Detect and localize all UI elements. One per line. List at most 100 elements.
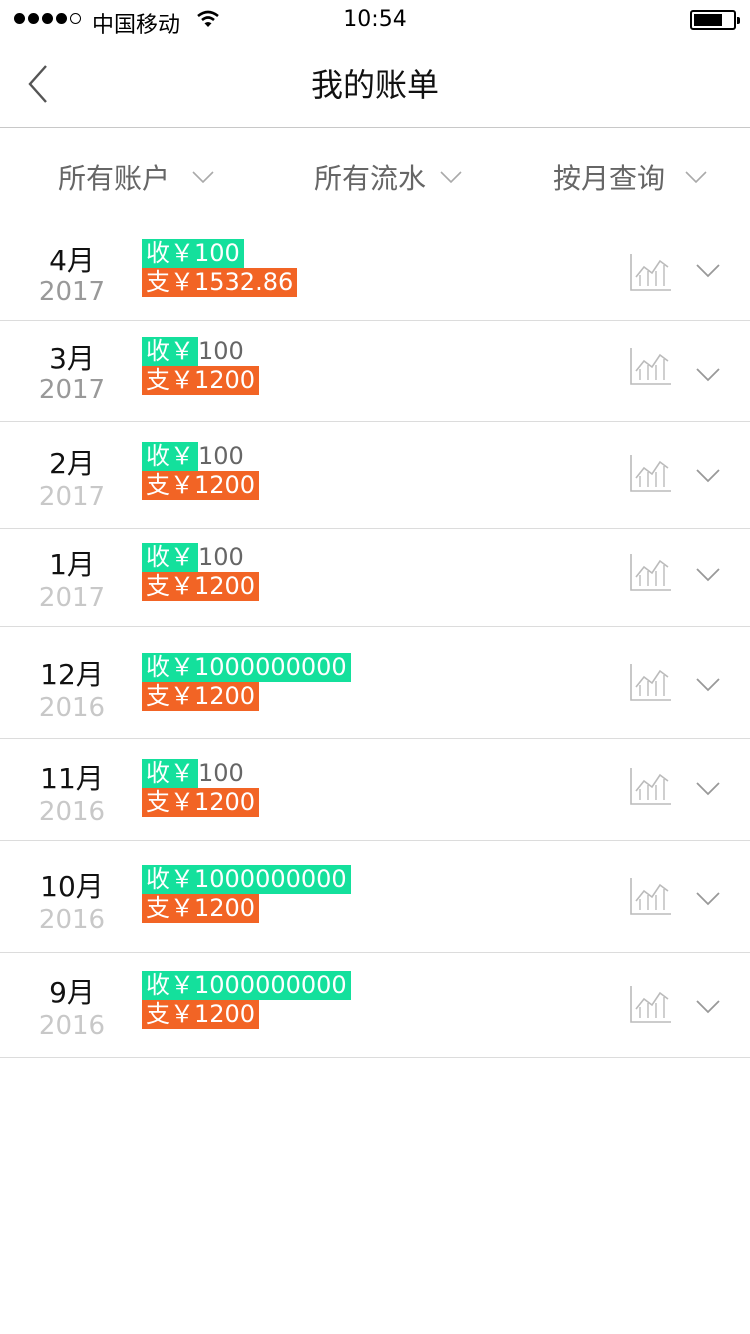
expense-tag: 支￥1200 <box>142 788 260 817</box>
expense-amount: 支￥1532.86 <box>142 268 298 297</box>
line-chart-icon[interactable] <box>630 663 672 701</box>
bill-amounts: 收￥1000000000 支￥1200 <box>142 865 351 923</box>
battery-icon <box>690 10 740 30</box>
bill-month: 4月 <box>49 244 95 277</box>
expense-tag: 支￥1200 <box>142 894 260 923</box>
bill-month: 10月 <box>40 870 104 903</box>
income-tag: 收￥ <box>142 543 198 572</box>
bill-month: 3月 <box>49 342 95 375</box>
status-bar: 中国移动 10:54 <box>0 0 750 40</box>
income-tag: 收￥ <box>142 337 198 366</box>
income-value: 100 <box>198 337 244 365</box>
income-amount: 收￥100 <box>142 442 259 471</box>
bill-row[interactable]: 12月 2016 收￥1000000000 支￥1200 <box>0 627 750 739</box>
income-tag: 收￥1000000000 <box>142 971 351 1000</box>
bill-year: 2017 <box>38 583 106 613</box>
bill-amounts: 收￥100 支￥1532.86 <box>142 239 298 297</box>
filter-flow[interactable]: 所有流水 <box>314 157 462 197</box>
line-chart-icon[interactable] <box>630 347 672 385</box>
income-tag: 收￥ <box>142 759 198 788</box>
filter-bar: 所有账户 所有流水 按月查询 <box>0 129 750 221</box>
income-amount: 收￥1000000000 <box>142 653 351 682</box>
bill-year: 2017 <box>38 375 106 405</box>
bill-amounts: 收￥1000000000 支￥1200 <box>142 971 351 1029</box>
bill-year: 2016 <box>38 905 106 935</box>
expand-chevron-icon[interactable] <box>696 468 720 483</box>
expense-tag: 支￥1200 <box>142 572 260 601</box>
income-amount: 收￥100 <box>142 337 259 366</box>
line-chart-icon[interactable] <box>630 877 672 915</box>
bill-year: 2016 <box>38 1011 106 1041</box>
filter-month-query[interactable]: 按月查询 <box>553 157 707 197</box>
filter-account[interactable]: 所有账户 <box>58 157 214 197</box>
expand-chevron-icon[interactable] <box>696 367 720 382</box>
income-tag: 收￥1000000000 <box>142 653 351 682</box>
filter-flow-label: 所有流水 <box>314 162 427 195</box>
page-title: 我的账单 <box>310 66 439 104</box>
bill-row[interactable]: 9月 2016 收￥1000000000 支￥1200 <box>0 953 750 1058</box>
expense-amount: 支￥1200 <box>142 471 260 500</box>
income-value: 100 <box>198 543 244 571</box>
filter-account-label: 所有账户 <box>58 162 171 195</box>
income-tag: 收￥ <box>142 442 198 471</box>
income-value: 100 <box>198 759 244 787</box>
expense-amount: 支￥1200 <box>142 1000 351 1029</box>
line-chart-icon[interactable] <box>630 454 672 492</box>
income-amount: 收￥100 <box>142 759 259 788</box>
expand-chevron-icon[interactable] <box>696 781 720 796</box>
bill-amounts: 收￥ 100 支￥1200 <box>142 543 260 601</box>
expense-tag: 支￥1200 <box>142 366 260 395</box>
bill-row[interactable]: 1月 2017 收￥ 100 支￥1200 <box>0 529 750 627</box>
bill-amounts: 收￥1000000000 支￥1200 <box>142 653 351 711</box>
bill-row[interactable]: 3月 2017 收￥ 100 支￥1200 <box>0 321 750 422</box>
income-tag: 收￥100 <box>142 239 244 268</box>
expand-chevron-icon[interactable] <box>696 263 720 278</box>
bill-month: 1月 <box>49 548 95 581</box>
line-chart-icon[interactable] <box>630 553 672 591</box>
bill-row[interactable]: 11月 2016 收￥ 100 支￥1200 <box>0 739 750 841</box>
bill-row[interactable]: 2月 2017 收￥ 100 支￥1200 <box>0 422 750 529</box>
bill-amounts: 收￥ 100 支￥1200 <box>142 759 260 817</box>
income-amount: 收￥1000000000 <box>142 971 351 1000</box>
expand-chevron-icon[interactable] <box>696 567 720 582</box>
expand-chevron-icon[interactable] <box>696 677 720 692</box>
expense-amount: 支￥1200 <box>142 572 260 601</box>
bill-month: 12月 <box>40 658 104 691</box>
chevron-down-icon <box>685 171 707 183</box>
income-amount: 收￥1000000000 <box>142 865 351 894</box>
line-chart-icon[interactable] <box>630 767 672 805</box>
expand-chevron-icon[interactable] <box>696 891 720 906</box>
income-amount: 收￥100 <box>142 239 297 268</box>
filter-month-query-label: 按月查询 <box>553 162 666 195</box>
expense-amount: 支￥1200 <box>142 366 260 395</box>
status-time: 10:54 <box>343 7 407 32</box>
bill-row[interactable]: 4月 2017 收￥100 支￥1532.86 <box>0 221 750 321</box>
bill-month: 2月 <box>49 447 95 480</box>
bill-month: 9月 <box>49 976 95 1009</box>
income-value: 100 <box>198 442 244 470</box>
income-tag: 收￥1000000000 <box>142 865 351 894</box>
expense-amount: 支￥1200 <box>142 788 260 817</box>
bill-row[interactable]: 10月 2016 收￥1000000000 支￥1200 <box>0 841 750 953</box>
chevron-down-icon <box>440 171 462 183</box>
bill-year: 2017 <box>38 277 106 307</box>
bill-list: 4月 2017 收￥100 支￥1532.86 3月 2017 收￥ 100 支￥1200 2月 2… <box>0 221 750 1058</box>
bill-amounts: 收￥ 100 支￥1200 <box>142 337 260 395</box>
income-amount: 收￥100 <box>142 543 259 572</box>
bill-year: 2016 <box>38 693 106 723</box>
bill-amounts: 收￥ 100 支￥1200 <box>142 442 260 500</box>
chevron-down-icon <box>192 171 214 183</box>
expense-amount: 支￥1200 <box>142 894 351 923</box>
expense-tag: 支￥1200 <box>142 1000 260 1029</box>
expand-chevron-icon[interactable] <box>696 999 720 1014</box>
nav-bar: 我的账单 <box>0 40 750 128</box>
expense-amount: 支￥1200 <box>142 682 351 711</box>
bill-year: 2016 <box>38 797 106 827</box>
expense-tag: 支￥1200 <box>142 682 260 711</box>
bill-year: 2017 <box>38 482 106 512</box>
line-chart-icon[interactable] <box>630 985 672 1023</box>
expense-tag: 支￥1200 <box>142 471 260 500</box>
line-chart-icon[interactable] <box>630 253 672 291</box>
expense-tag: 支￥1532.86 <box>142 268 298 297</box>
bill-month: 11月 <box>40 762 104 795</box>
